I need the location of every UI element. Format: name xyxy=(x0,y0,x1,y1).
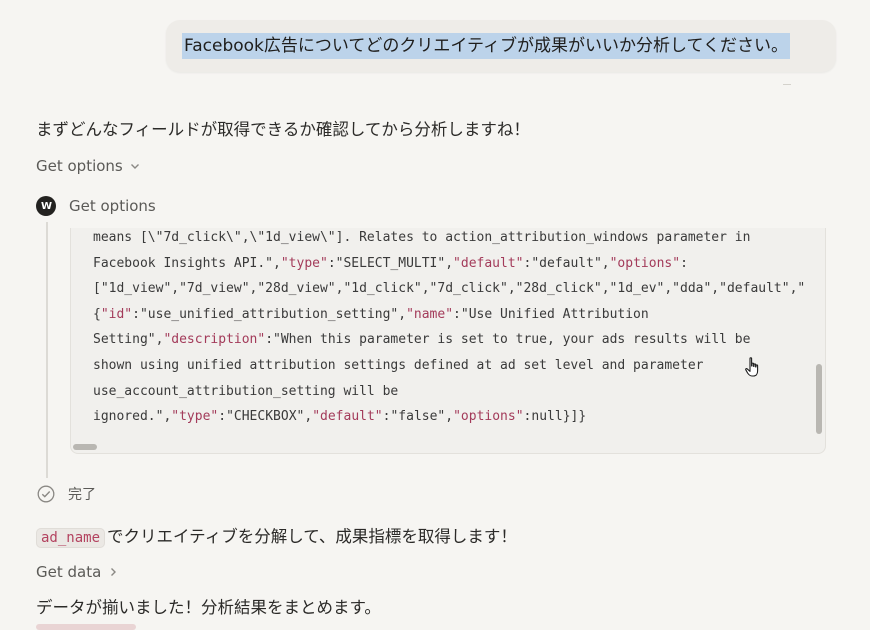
code-token: : xyxy=(327,255,336,271)
code-token: "false" xyxy=(390,409,446,425)
code-token: }]} xyxy=(562,409,587,425)
tool-call-connector xyxy=(46,222,48,478)
divider xyxy=(783,84,791,85)
code-token: , xyxy=(445,255,454,271)
inline-code-ad-name: ad_name xyxy=(36,528,106,548)
user-message-text: Facebook広告についてどのクリエイティブが成果がいいか分析してください。 xyxy=(182,33,790,59)
code-token: : xyxy=(218,409,227,425)
check-circle-icon xyxy=(37,485,55,503)
code-line: shown using unified attribution settings… xyxy=(93,353,805,379)
code-token: "CHECKBOX" xyxy=(226,409,305,425)
assistant-summary: データが揃いました！分析結果をまとめます。 xyxy=(36,598,381,617)
code-line: Setting","description":"When this parame… xyxy=(93,327,805,353)
code-token: "description" xyxy=(163,332,266,348)
horizontal-scrollbar[interactable] xyxy=(73,444,97,450)
code-token: "type" xyxy=(280,255,328,271)
code-token: : xyxy=(265,332,274,348)
code-line: means [\"7d_click\",\"1d_view\"]. Relate… xyxy=(93,228,805,251)
code-token: Facebook Insights API.", xyxy=(93,255,281,271)
tool-status-row: 完了 xyxy=(37,484,96,504)
code-token: "default" xyxy=(453,255,524,271)
code-token: "Use Unified Attribution xyxy=(460,306,649,322)
tool-logo-icon: W xyxy=(36,196,56,216)
code-line: ignored.","type":"CHECKBOX","default":"f… xyxy=(93,404,805,430)
code-token: ignored." xyxy=(93,409,164,425)
code-line: ["1d_view","7d_view","28d_view","1d_clic… xyxy=(93,276,805,302)
code-token: "options" xyxy=(609,255,681,271)
tool-call-header[interactable]: W Get options xyxy=(36,196,156,216)
code-token: , xyxy=(601,255,610,271)
decompose-text: でクリエイティブを分解して、成果指標を取得します！ xyxy=(107,527,517,546)
get-options-toggle[interactable]: Get options xyxy=(36,157,141,175)
code-token: , xyxy=(398,306,407,322)
vertical-scrollbar[interactable] xyxy=(816,364,822,434)
code-token: : xyxy=(453,306,461,322)
code-token: "default" xyxy=(531,255,602,271)
code-token: use_account_attribution_setting will be xyxy=(93,383,399,399)
code-token: means [\"7d_click\",\"1d_view\"]. Relate… xyxy=(93,230,751,245)
code-token: "name" xyxy=(406,306,454,322)
code-token: { xyxy=(93,306,101,322)
assistant-intro: まずどんなフィールドが取得できるか確認してから分析しますね！ xyxy=(36,120,530,139)
chevron-right-icon xyxy=(111,568,117,576)
code-token: Setting" xyxy=(93,332,156,348)
assistant-decompose-line: ad_name でクリエイティブを分解して、成果指標を取得します！ xyxy=(36,525,517,550)
get-options-toggle-label: Get options xyxy=(36,157,123,175)
code-line: {"id":"use_unified_attribution_setting",… xyxy=(93,302,805,328)
code-token: : xyxy=(132,306,140,322)
tool-status-label: 完了 xyxy=(68,487,96,503)
code-content: means [\"7d_click\",\"1d_view\"]. Relate… xyxy=(93,228,805,430)
code-token: : xyxy=(680,255,688,271)
chevron-down-icon xyxy=(130,164,139,169)
code-token: shown using unified attribution settings… xyxy=(93,357,704,373)
code-token: "type" xyxy=(171,409,219,425)
code-token: null xyxy=(531,409,563,425)
code-token: , xyxy=(304,409,313,425)
code-token: "default" xyxy=(312,409,383,425)
get-data-toggle-label: Get data xyxy=(36,563,102,581)
code-token: ["1d_view","7d_view","28d_view","1d_clic… xyxy=(93,281,806,297)
tool-output-code-block[interactable]: means [\"7d_click\",\"1d_view\"]. Relate… xyxy=(70,228,826,454)
code-token: "id" xyxy=(100,306,133,322)
code-line: use_account_attribution_setting will be xyxy=(93,379,805,405)
code-token: , xyxy=(445,409,454,425)
partial-content-fade xyxy=(36,624,136,630)
code-token: "SELECT_MULTI" xyxy=(335,255,446,271)
code-token: "When this parameter is set to true, you… xyxy=(273,332,751,348)
hand-pointer-icon xyxy=(745,357,759,377)
code-line: Facebook Insights API.","type":"SELECT_M… xyxy=(93,251,805,277)
code-token: "use_unified_attribution_setting" xyxy=(139,306,399,322)
code-token: "options" xyxy=(453,409,524,425)
get-data-toggle[interactable]: Get data xyxy=(36,563,119,581)
tool-call-label: Get options xyxy=(69,197,156,215)
